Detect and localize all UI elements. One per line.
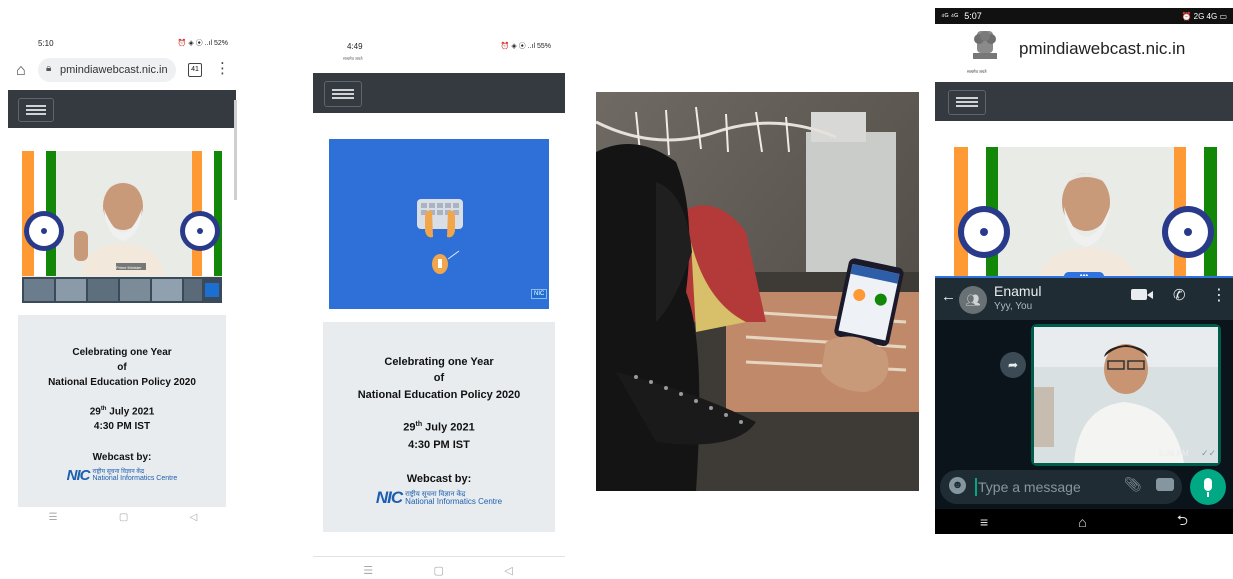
message-input-bar: ☻ Type a message 📎︎ xyxy=(940,470,1182,504)
nic-logo-mark: NIC xyxy=(375,488,403,507)
group-avatar[interactable]: 👥︎ xyxy=(959,286,987,314)
attach-icon[interactable]: 📎︎ xyxy=(1124,476,1142,493)
video-call-icon[interactable] xyxy=(1131,289,1147,300)
site-title: pmindiawebcast.nic.in xyxy=(1019,39,1186,58)
status-time: 5:07 xyxy=(964,11,982,21)
chat-header: ← 👥︎ Enamul Yyy, You ✆ ⋮ xyxy=(935,276,1233,320)
camera-icon[interactable] xyxy=(1156,478,1174,491)
typing-hands-illustration xyxy=(417,199,463,274)
status-icons: ⏰ ◈ ⦿ ..ıl 52% xyxy=(177,40,228,47)
status-time: 4:49 xyxy=(347,41,363,51)
webcast-by-label: Webcast by: xyxy=(92,452,152,463)
phone-screenshot-2: 4:49 ⏰ ◈ ⦿ ..ıl 55% सत्यमेव जयते NIC Cel… xyxy=(313,34,565,579)
status-bar: ⁴ᴳ ⁴ᴳ 5:07 ⏰ 2G 4G ▭ xyxy=(935,8,1233,24)
scrollbar[interactable] xyxy=(234,100,237,200)
video-message-bubble[interactable]: 5:06 PM ✓✓ xyxy=(1031,324,1221,466)
system-nav-bar: ☰ ▢ ◁ xyxy=(18,512,228,528)
chat-menu-icon[interactable]: ⋮ xyxy=(1211,285,1227,305)
recents-button[interactable]: ☰ xyxy=(49,512,58,528)
site-navbar xyxy=(935,82,1233,121)
video-caption: Prime Minister xyxy=(116,265,142,270)
status-left: ⁴ᴳ ⁴ᴳ 5:07 xyxy=(941,11,982,21)
event-title-line1: Celebrating one Year xyxy=(384,356,494,368)
nic-english-name: National Informatics Centre xyxy=(405,496,503,506)
status-time: 5:10 xyxy=(38,38,54,48)
system-nav-bar: ≡ ⌂ ⮌ xyxy=(935,509,1233,534)
event-title-line3: National Education Policy 2020 xyxy=(357,389,521,401)
site-header: सत्यमेव जयते pmindiawebcast.nic.in xyxy=(935,24,1233,82)
event-time: 4:30 PM IST xyxy=(93,421,151,432)
emoji-icon[interactable]: ☻ xyxy=(949,477,966,494)
nic-logo-mark: NIC xyxy=(66,467,91,484)
url-bar[interactable]: 🔒︎ pmindiawebcast.nic.in xyxy=(38,58,176,82)
url-text: pmindiawebcast.nic.in xyxy=(60,64,168,76)
read-ticks-icon: ✓✓ xyxy=(1201,448,1217,458)
phone-screenshot-1: 5:10 ⏰ ◈ ⦿ ..ıl 52% ⌂ 🔒︎ pmindiawebcast.… xyxy=(8,30,238,535)
status-icons: ⏰ 2G 4G ▭ xyxy=(1181,11,1227,21)
event-title-line2: of xyxy=(433,372,445,384)
back-button[interactable]: ◁ xyxy=(504,564,512,579)
event-title-line2: of xyxy=(117,362,127,373)
menu-toggle-button[interactable] xyxy=(18,98,54,122)
video-thumbnail xyxy=(1034,327,1218,463)
tab-switcher-button[interactable]: 41 xyxy=(188,63,202,77)
back-button[interactable]: ◁ xyxy=(190,512,198,528)
recents-button[interactable]: ☰ xyxy=(363,564,373,579)
home-button[interactable]: ▢ xyxy=(433,564,443,579)
system-nav-bar: ☰ ▢ ◁ xyxy=(333,564,543,579)
event-card: Celebrating one Year of National Educati… xyxy=(18,315,226,507)
nic-english-name: National Informatics Centre xyxy=(92,475,178,482)
status-bar: 5:10 ⏰ ◈ ⦿ ..ıl 52% xyxy=(38,35,228,51)
menu-toggle-button[interactable] xyxy=(324,81,362,107)
video-frame-illustration xyxy=(954,147,1217,282)
menu-toggle-button[interactable] xyxy=(948,90,986,115)
emblem-caption: सत्यमेव जयते xyxy=(967,69,987,74)
back-button[interactable]: ⮌ xyxy=(1177,510,1188,534)
home-icon[interactable]: ⌂ xyxy=(16,62,26,80)
event-card: Celebrating one Year of National Educati… xyxy=(323,322,555,532)
more-menu-icon[interactable]: ⋮ xyxy=(215,59,230,77)
chat-subtitle: Yyy, You xyxy=(994,301,1033,312)
forward-icon[interactable]: ➦ xyxy=(1000,352,1026,378)
voice-call-icon[interactable]: ✆ xyxy=(1173,286,1186,304)
whatsapp-chat-overlay: ••• ← 👥︎ Enamul Yyy, You ✆ ⋮ ➦ 5: xyxy=(935,272,1233,534)
home-button[interactable]: ▢ xyxy=(119,512,128,528)
back-arrow-icon[interactable]: ← xyxy=(941,288,956,305)
status-icons: ⏰ ◈ ⦿ ..ıl 55% xyxy=(500,43,551,50)
event-date: 29th July 2021 xyxy=(403,421,475,434)
site-navbar xyxy=(8,90,236,128)
recents-button[interactable]: ≡ xyxy=(980,514,988,530)
national-emblem-icon xyxy=(973,31,997,59)
nav-divider xyxy=(313,556,565,557)
browser-toolbar: ⌂ 🔒︎ pmindiawebcast.nic.in 41 ⋮ xyxy=(8,54,238,88)
event-title-line3: National Education Policy 2020 xyxy=(48,377,196,388)
home-button[interactable]: ⌂ xyxy=(1078,514,1086,530)
webcast-video[interactable]: Prime Minister xyxy=(22,151,222,303)
chat-name[interactable]: Enamul xyxy=(994,283,1041,299)
event-time: 4:30 PM IST xyxy=(408,439,470,451)
mic-icon xyxy=(1204,478,1212,491)
event-date: 29th July 2021 xyxy=(89,406,155,418)
video-call-lens-icon xyxy=(1147,291,1153,299)
webcast-by-label: Webcast by: xyxy=(406,473,472,485)
webcast-placeholder-tile[interactable]: NIC xyxy=(329,139,549,309)
site-navbar xyxy=(313,73,565,113)
nic-badge: NIC xyxy=(531,289,548,299)
status-subtext: सत्यमेव जयते xyxy=(343,56,363,61)
event-title-line1: Celebrating one Year xyxy=(72,347,172,358)
nic-logo: NIC राष्ट्रीय सूचना विज्ञान केंद्र Natio… xyxy=(18,467,226,484)
lock-icon: 🔒︎ xyxy=(46,63,52,74)
photo-woman-watching-phone xyxy=(596,92,919,491)
message-input[interactable]: Type a message xyxy=(978,479,1081,495)
photo-illustration xyxy=(596,92,919,491)
nic-logo: NIC राष्ट्रीय सूचना विज्ञान केंद्र Natio… xyxy=(323,488,555,508)
status-bar: 4:49 ⏰ ◈ ⦿ ..ıl 55% xyxy=(347,38,551,54)
mic-button[interactable] xyxy=(1190,469,1226,505)
phone-screenshot-4: ⁴ᴳ ⁴ᴳ 5:07 ⏰ 2G 4G ▭ सत्यमेव जयते pmindi… xyxy=(935,8,1233,534)
message-time: 5:06 PM xyxy=(1159,449,1189,458)
text-cursor xyxy=(975,478,977,496)
tab-count: 41 xyxy=(191,66,199,73)
video-frame-illustration xyxy=(22,151,222,303)
webcast-video[interactable] xyxy=(954,147,1217,282)
